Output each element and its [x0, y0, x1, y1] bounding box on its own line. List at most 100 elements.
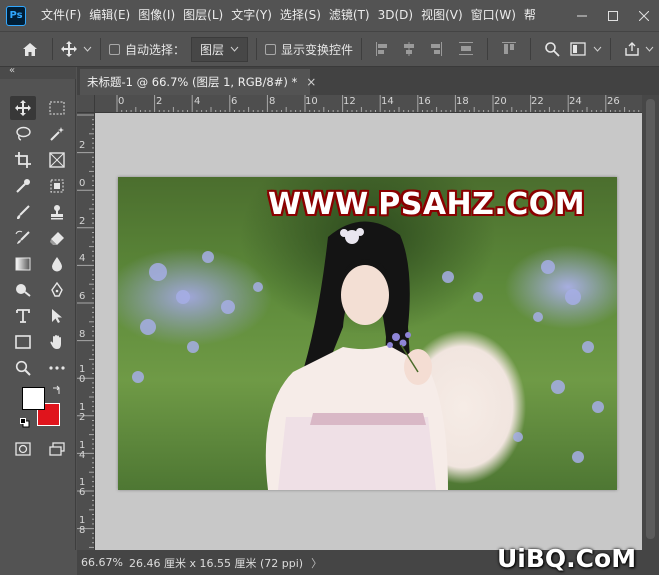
ruler-h-label: 12	[343, 96, 356, 107]
auto-select-target-dropdown[interactable]: 图层	[191, 36, 249, 62]
ruler-h-label: 14	[381, 96, 394, 107]
auto-select-label: 自动选择：	[125, 42, 186, 57]
rectangle-marquee-icon	[49, 101, 65, 115]
swap-colors-icon[interactable]	[52, 385, 62, 395]
workspace-icon[interactable]	[570, 41, 586, 57]
dodge-icon	[16, 284, 31, 297]
quick-mask-icon	[15, 442, 31, 456]
menu-filter[interactable]: 滤镜(T)	[325, 0, 374, 31]
document-image[interactable]	[118, 177, 617, 490]
align-right-edges-icon[interactable]	[427, 41, 443, 57]
brush-icon	[17, 205, 30, 219]
menu-help[interactable]: 帮	[520, 0, 540, 31]
rectangle-icon	[15, 335, 31, 349]
foreground-color-swatch[interactable]	[22, 387, 45, 410]
options-separator	[487, 38, 489, 60]
align-left-edges-icon[interactable]	[375, 41, 391, 57]
options-separator	[610, 38, 612, 60]
menu-select[interactable]: 选择(S)	[276, 0, 325, 31]
frame-tool[interactable]	[44, 148, 70, 172]
show-transform-checkbox[interactable]	[265, 43, 277, 55]
type-tool[interactable]	[10, 304, 36, 328]
ruler-h-label: 6	[231, 96, 238, 107]
options-separator	[361, 38, 363, 60]
auto-select-option[interactable]: 自动选择：	[109, 41, 185, 58]
options-separator	[256, 38, 258, 60]
ruler-h-label: 22	[531, 96, 544, 107]
menu-layer[interactable]: 图层(L)	[179, 0, 227, 31]
align-top-edges-icon[interactable]	[501, 41, 517, 57]
auto-select-checkbox[interactable]	[109, 43, 120, 55]
chevron-down-icon[interactable]	[645, 46, 654, 52]
eraser-tool[interactable]	[44, 226, 70, 250]
menu-edit[interactable]: 编辑(E)	[85, 0, 134, 31]
minimize-button[interactable]	[566, 0, 597, 31]
history-brush-tool[interactable]	[10, 226, 36, 250]
screen-mode-button[interactable]	[44, 437, 70, 461]
magic-wand-icon	[50, 127, 64, 141]
gradient-tool[interactable]	[10, 252, 36, 276]
menu-image[interactable]: 图像(I)	[134, 0, 179, 31]
chevron-down-icon[interactable]	[593, 46, 602, 52]
brush-tool[interactable]	[10, 200, 36, 224]
marquee-tool[interactable]	[44, 96, 70, 120]
object-selection-icon	[50, 179, 64, 193]
frame-icon	[49, 152, 65, 168]
menu-type[interactable]: 文字(Y)	[227, 0, 276, 31]
align-horizontal-centers-icon[interactable]	[401, 41, 417, 57]
dodge-tool[interactable]	[10, 278, 36, 302]
share-icon[interactable]	[624, 41, 640, 57]
pen-tool[interactable]	[44, 278, 70, 302]
type-icon	[16, 309, 30, 323]
search-icon[interactable]	[544, 41, 560, 57]
distribute-vertical-icon[interactable]	[458, 41, 474, 57]
photo-illustration	[132, 221, 604, 490]
clone-stamp-tool[interactable]	[44, 200, 70, 224]
screen-mode-icon	[49, 442, 65, 456]
more-icon	[49, 366, 65, 370]
zoom-level-field[interactable]: 66.67%	[77, 556, 123, 569]
menu-file[interactable]: 文件(F)	[37, 0, 85, 31]
scrollbar-thumb[interactable]	[646, 99, 655, 539]
home-button[interactable]	[22, 42, 38, 57]
show-transform-label: 显示变换控件	[281, 42, 354, 57]
horizontal-ruler-ticks	[116, 95, 640, 112]
zoom-tool[interactable]	[10, 356, 36, 380]
crop-tool[interactable]	[10, 148, 36, 172]
default-colors-icon[interactable]	[20, 418, 30, 428]
maximize-button[interactable]	[597, 0, 628, 31]
object-selection-tool[interactable]	[44, 174, 70, 198]
minimize-icon	[576, 15, 587, 16]
ruler-h-label: 10	[305, 96, 318, 107]
ruler-origin[interactable]	[77, 95, 95, 113]
ruler-h-label: 8	[269, 96, 276, 107]
ruler-v-label: 2	[79, 216, 86, 227]
rectangle-tool[interactable]	[10, 330, 36, 354]
magic-wand-tool[interactable]	[44, 122, 70, 146]
path-selection-tool[interactable]	[44, 304, 70, 328]
document-tab[interactable]: 未标题-1 @ 66.7% (图层 1, RGB/8#) * ×	[80, 69, 316, 95]
blur-tool[interactable]	[44, 252, 70, 276]
move-tool[interactable]	[10, 96, 36, 120]
move-tool-preset-button[interactable]	[61, 41, 92, 57]
eyedropper-tool[interactable]	[10, 174, 36, 198]
menu-view[interactable]: 视图(V)	[417, 0, 467, 31]
hand-tool[interactable]	[44, 330, 70, 354]
ruler-v-label: 1 4	[79, 440, 86, 461]
close-window-button[interactable]	[628, 0, 659, 31]
status-menu-arrow-icon[interactable]: 〉	[311, 555, 322, 571]
horizontal-ruler[interactable]: 0 2 4 6 8 10 12 14 16 18 20 22 24 26	[95, 95, 642, 113]
quick-mask-button[interactable]	[10, 437, 36, 461]
menu-3d[interactable]: 3D(D)	[374, 0, 417, 31]
window-controls	[566, 0, 659, 31]
vertical-ruler[interactable]: 2 0 2 4 6 8 1 0 1 2 1 4 1 6 1 8	[77, 113, 95, 550]
collapse-panel-icon[interactable]: «	[9, 65, 15, 76]
menu-window[interactable]: 窗口(W)	[467, 0, 520, 31]
menu-bar: Ps 文件(F) 编辑(E) 图像(I) 图层(L) 文字(Y) 选择(S) 滤…	[0, 0, 659, 31]
edit-toolbar-button[interactable]	[44, 356, 70, 380]
eraser-icon	[50, 232, 64, 245]
show-transform-option[interactable]: 显示变换控件	[265, 41, 353, 58]
vertical-scrollbar[interactable]	[642, 95, 659, 550]
tab-close-icon[interactable]: ×	[306, 75, 316, 89]
lasso-tool[interactable]	[10, 122, 36, 146]
